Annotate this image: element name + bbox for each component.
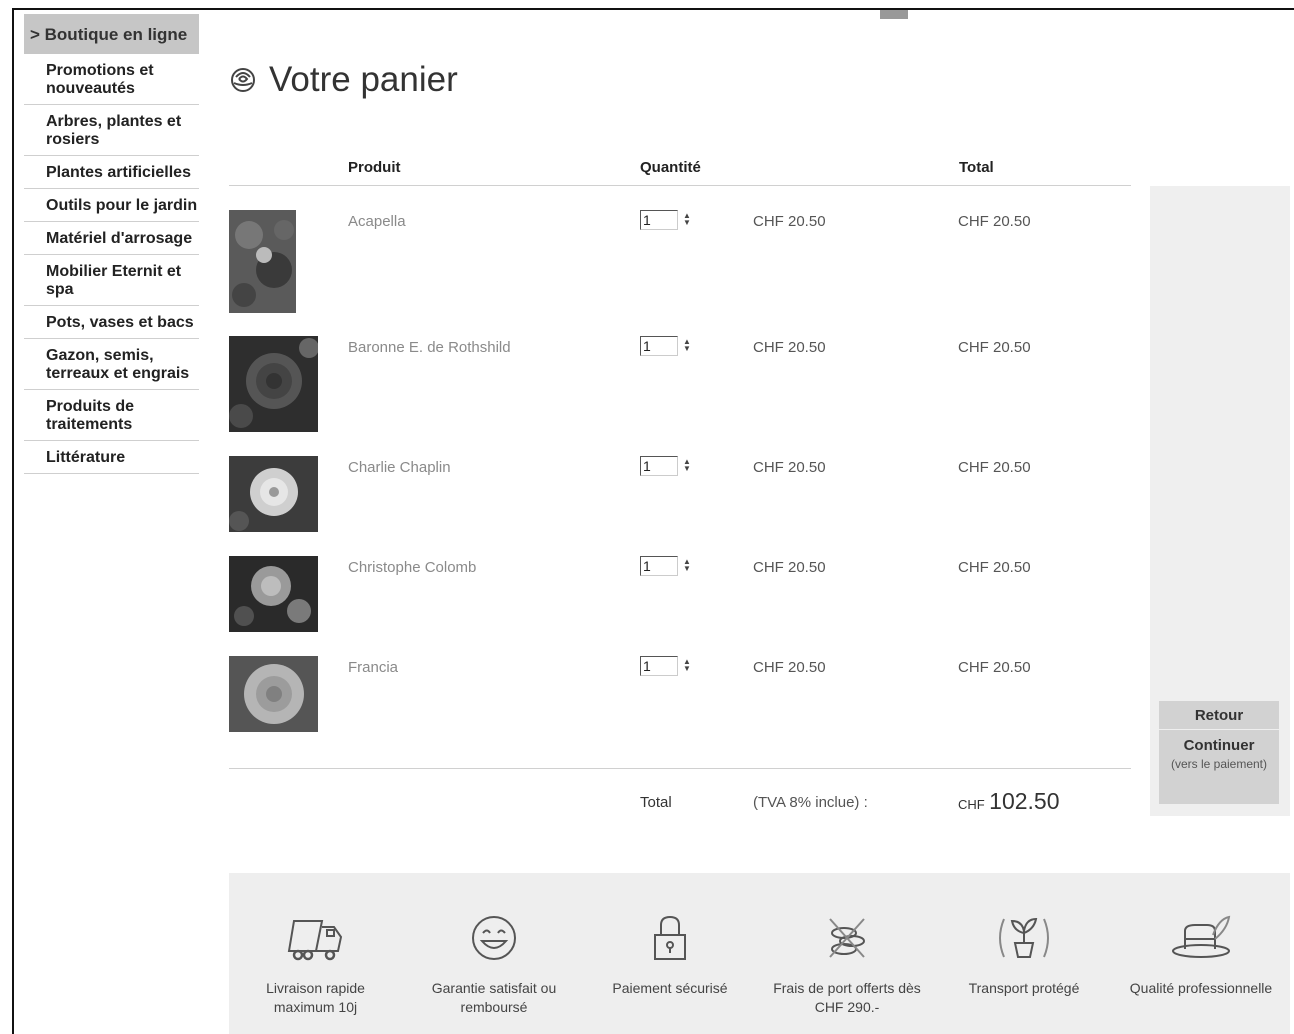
- quantity-input[interactable]: 1: [640, 210, 678, 230]
- spinner-arrows-icon[interactable]: ▲ ▼: [683, 558, 691, 573]
- unit-price: CHF 20.50: [753, 459, 826, 476]
- header-divider: [229, 185, 1131, 186]
- unit-price: CHF 20.50: [753, 213, 826, 230]
- feature-free-shipping: Frais de port offerts dès CHF 290.-: [762, 913, 932, 1017]
- feature-label: Qualité professionnelle: [1129, 980, 1273, 996]
- smiley-icon: [472, 916, 516, 960]
- product-name[interactable]: Baronne E. de Rothshild: [348, 339, 511, 356]
- quantity-stepper[interactable]: 1 ▲ ▼: [640, 336, 691, 356]
- feature-label: Frais de port offerts dès CHF 290.-: [773, 980, 921, 1015]
- product-name[interactable]: Acapella: [348, 213, 406, 230]
- padlock-icon: [654, 915, 686, 960]
- sidebar-item-pots[interactable]: Pots, vases et bacs: [24, 306, 199, 339]
- coins-crossed-icon: [829, 918, 865, 958]
- feature-protected-transport: Transport protégé: [961, 913, 1087, 998]
- feature-label: Garantie satisfait ou remboursé: [431, 980, 557, 1015]
- continue-sublabel: (vers le paiement): [1170, 757, 1268, 771]
- feature-guarantee: Garantie satisfait ou remboursé: [421, 913, 567, 1017]
- spinner-arrows-icon[interactable]: ▲ ▼: [683, 212, 691, 227]
- product-name[interactable]: Christophe Colomb: [348, 559, 476, 576]
- quantity-stepper[interactable]: 1 ▲ ▼: [640, 656, 691, 676]
- rose-icon: [231, 68, 255, 92]
- quantity-input[interactable]: 1: [640, 336, 678, 356]
- product-thumbnail[interactable]: [229, 336, 318, 432]
- col-header-product: Produit: [348, 159, 401, 176]
- sidebar-header[interactable]: > Boutique en ligne: [24, 14, 199, 54]
- sidebar-item-mobilier[interactable]: Mobilier Eternit et spa: [24, 255, 199, 306]
- footer-divider: [229, 768, 1131, 769]
- line-total: CHF 20.50: [958, 339, 1031, 356]
- page-title-text: Votre panier: [269, 60, 458, 99]
- feature-label: Livraison rapide maximum 10j: [266, 980, 365, 1015]
- spinner-arrows-icon[interactable]: ▲ ▼: [683, 458, 691, 473]
- product-thumbnail[interactable]: [229, 456, 318, 532]
- frame-left-border: [12, 8, 14, 1034]
- features-band: Livraison rapide maximum 10j Garantie sa…: [229, 873, 1290, 1034]
- line-total: CHF 20.50: [958, 659, 1031, 676]
- line-total: CHF 20.50: [958, 559, 1031, 576]
- scroll-handle[interactable]: [880, 10, 908, 19]
- sidebar-item-arbres[interactable]: Arbres, plantes et rosiers: [24, 105, 199, 156]
- product-thumbnail[interactable]: [229, 210, 296, 313]
- cart-total-amount: CHF 102.50: [958, 788, 1060, 815]
- feature-label: Transport protégé: [968, 980, 1080, 996]
- feature-secure-payment: Paiement sécurisé: [605, 913, 735, 998]
- quantity-input[interactable]: 1: [640, 656, 678, 676]
- truck-icon: [287, 920, 342, 961]
- quantity-input[interactable]: 1: [640, 456, 678, 476]
- col-header-total: Total: [959, 159, 994, 176]
- quantity-stepper[interactable]: 1 ▲ ▼: [640, 456, 691, 476]
- sidebar-item-litterature[interactable]: Littérature: [24, 441, 199, 474]
- product-name[interactable]: Francia: [348, 659, 398, 676]
- quantity-stepper[interactable]: 1 ▲ ▼: [640, 556, 691, 576]
- sidebar-item-plantes-artificielles[interactable]: Plantes artificielles: [24, 156, 199, 189]
- quantity-stepper[interactable]: 1 ▲ ▼: [640, 210, 691, 230]
- sidebar-item-arrosage[interactable]: Matériel d'arrosage: [24, 222, 199, 255]
- sidebar-item-traitements[interactable]: Produits de traitements: [24, 390, 199, 441]
- feature-label: Paiement sécurisé: [612, 980, 728, 996]
- line-total: CHF 20.50: [958, 213, 1031, 230]
- sidebar-item-outils[interactable]: Outils pour le jardin: [24, 189, 199, 222]
- frame-top-border: [12, 8, 1294, 10]
- sidebar-item-promotions[interactable]: Promotions et nouveautés: [24, 54, 199, 105]
- col-header-quantity: Quantité: [640, 159, 701, 176]
- feature-professional-quality: Qualité professionnelle: [1125, 913, 1277, 998]
- product-thumbnail[interactable]: [229, 656, 318, 732]
- feature-delivery: Livraison rapide maximum 10j: [253, 913, 378, 1017]
- sidebar: > Boutique en ligne Promotions et nouvea…: [24, 14, 199, 474]
- spinner-arrows-icon[interactable]: ▲ ▼: [683, 658, 691, 673]
- unit-price: CHF 20.50: [753, 659, 826, 676]
- plant-pot-icon: [999, 917, 1049, 958]
- page-title: Votre panier: [229, 60, 458, 100]
- sidebar-item-gazon[interactable]: Gazon, semis, terreaux et engrais: [24, 339, 199, 390]
- continue-button[interactable]: Continuer (vers le paiement): [1159, 730, 1279, 804]
- product-thumbnail[interactable]: [229, 556, 318, 632]
- sidebar-menu: Promotions et nouveautés Arbres, plantes…: [24, 54, 199, 474]
- quantity-input[interactable]: 1: [640, 556, 678, 576]
- unit-price: CHF 20.50: [753, 339, 826, 356]
- total-value: 102.50: [989, 788, 1060, 814]
- currency-label: CHF: [958, 797, 985, 812]
- back-button[interactable]: Retour: [1159, 701, 1279, 729]
- cart-total-label: Total: [640, 794, 672, 811]
- gardener-hat-icon: [1172, 915, 1231, 958]
- line-total: CHF 20.50: [958, 459, 1031, 476]
- tva-label: (TVA 8% inclue) :: [753, 794, 868, 811]
- product-name[interactable]: Charlie Chaplin: [348, 459, 451, 476]
- continue-label: Continuer: [1183, 737, 1255, 754]
- spinner-arrows-icon[interactable]: ▲ ▼: [683, 338, 691, 353]
- unit-price: CHF 20.50: [753, 559, 826, 576]
